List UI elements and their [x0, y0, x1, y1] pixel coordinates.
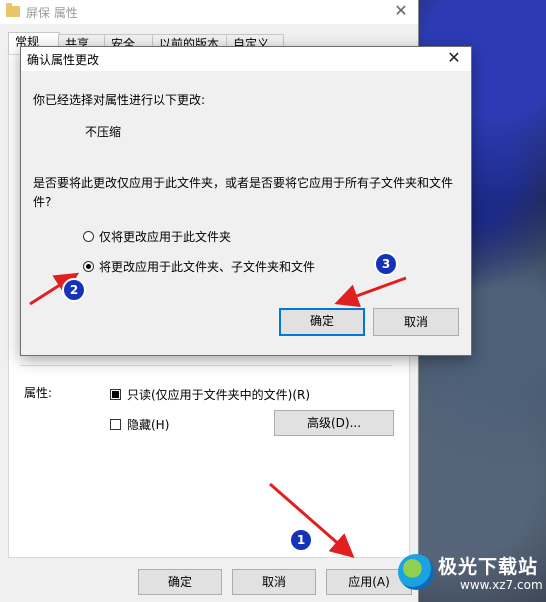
- dialog-close-icon[interactable]: ✕: [445, 49, 463, 67]
- dialog-ok-button[interactable]: 确定: [279, 308, 365, 336]
- readonly-label: 只读(仅应用于文件夹中的文件)(R): [127, 388, 311, 402]
- confirm-dialog: 确认属性更改 ✕ 你已经选择对属性进行以下更改: 不压缩 是否要将此更改仅应用于…: [20, 46, 472, 356]
- properties-titlebar: 屏保 属性 ✕: [0, 0, 418, 24]
- advanced-button[interactable]: 高级(D)...: [274, 410, 394, 436]
- readonly-checkbox-row[interactable]: 只读(仅应用于文件夹中的文件)(R): [110, 386, 310, 403]
- hidden-checkbox[interactable]: [110, 419, 121, 430]
- dialog-title: 确认属性更改: [27, 53, 100, 67]
- watermark: 极光下载站 www.xz7.com: [398, 548, 546, 602]
- folder-icon: [6, 3, 20, 17]
- step-badge-2: 2: [62, 278, 86, 302]
- radio-all-label: 将更改应用于此文件夹、子文件夹和文件: [99, 260, 316, 274]
- radio-folder-only-label: 仅将更改应用于此文件夹: [99, 230, 232, 244]
- radio-folder-only-row[interactable]: 仅将更改应用于此文件夹: [83, 228, 231, 245]
- divider: [20, 365, 392, 366]
- dialog-cancel-button[interactable]: 取消: [373, 308, 459, 336]
- dialog-question-line1: 是否要将此更改仅应用于此文件夹，或者是否要将它应用于所有子文件夹和文件: [33, 176, 454, 190]
- readonly-checkbox[interactable]: [110, 389, 121, 400]
- step-badge-1: 1: [289, 528, 313, 552]
- close-icon[interactable]: ✕: [392, 2, 410, 20]
- dialog-change: 不压缩: [85, 125, 122, 139]
- cancel-button[interactable]: 取消: [232, 569, 316, 595]
- watermark-name: 极光下载站: [438, 556, 539, 578]
- watermark-logo-icon: [398, 554, 434, 590]
- radio-folder-only[interactable]: [83, 231, 94, 242]
- properties-title: 屏保 属性: [26, 6, 78, 20]
- ok-button[interactable]: 确定: [138, 569, 222, 595]
- step-badge-3: 3: [374, 252, 398, 276]
- dialog-intro: 你已经选择对属性进行以下更改:: [33, 93, 206, 107]
- hidden-label: 隐藏(H): [127, 418, 170, 432]
- hidden-checkbox-row[interactable]: 隐藏(H): [110, 416, 169, 433]
- watermark-url: www.xz7.com: [460, 578, 543, 592]
- dialog-titlebar: 确认属性更改 ✕: [21, 47, 471, 71]
- radio-all-row[interactable]: 将更改应用于此文件夹、子文件夹和文件: [83, 258, 315, 275]
- radio-all[interactable]: [83, 261, 94, 272]
- dialog-question-line2: 件?: [33, 195, 52, 209]
- attributes-label: 属性:: [24, 386, 53, 400]
